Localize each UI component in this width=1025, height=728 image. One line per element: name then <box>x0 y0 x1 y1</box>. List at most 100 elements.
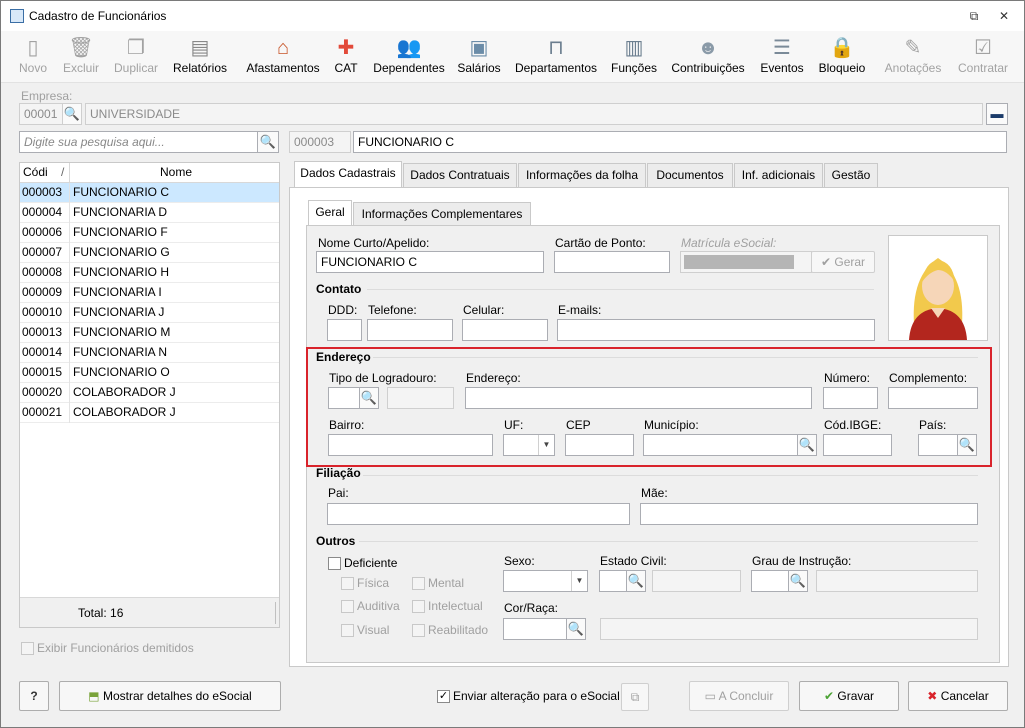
sexo-chevron-down-icon[interactable]: ▼ <box>571 571 587 591</box>
dependents-button[interactable]: 👥 Dependentes <box>371 33 447 81</box>
tab-dados-cadastrais[interactable]: Dados Cadastrais <box>294 161 402 188</box>
pais-input[interactable] <box>918 434 958 456</box>
company-card-icon[interactable]: ▬ <box>986 103 1008 125</box>
auditiva-checkbox[interactable] <box>341 600 354 613</box>
esocial-send-icon[interactable]: ⧉ <box>621 683 649 711</box>
table-row[interactable]: 000003 FUNCIONARIO C <box>20 183 279 203</box>
employee-name-cell: FUNCIONARIO F <box>69 223 278 243</box>
emails-input[interactable] <box>557 319 875 341</box>
table-row[interactable]: 000015 FUNCIONARIO O <box>20 363 279 383</box>
concluir-button[interactable]: ▭ A Concluir <box>689 681 789 711</box>
cor-raca-label: Cor/Raça: <box>504 601 559 615</box>
municipio-search-icon[interactable]: 🔍 <box>797 434 817 456</box>
cartao-ponto-input[interactable] <box>554 251 670 273</box>
mental-checkbox[interactable] <box>412 577 425 590</box>
help-button[interactable]: ? <box>19 681 49 711</box>
subtab-informacoes-complementares[interactable]: Informações Complementares <box>353 202 531 227</box>
table-row[interactable]: 000004 FUNCIONARIA D <box>20 203 279 223</box>
table-row[interactable]: 000013 FUNCIONARIO M <box>20 323 279 343</box>
tab-informacoes-folha[interactable]: Informações da folha <box>518 163 646 188</box>
delete-button[interactable]: 🗑 Excluir <box>61 33 101 81</box>
grau-instrucao-search-icon[interactable]: 🔍 <box>788 570 808 592</box>
cor-raca-search-icon[interactable]: 🔍 <box>566 618 586 640</box>
tab-documentos[interactable]: Documentos <box>647 163 733 188</box>
tipo-logradouro-search-icon[interactable]: 🔍 <box>359 387 379 409</box>
grau-instrucao-code-input[interactable] <box>751 570 789 592</box>
ddd-input[interactable] <box>327 319 362 341</box>
hire-button[interactable]: ☑ Contratar <box>955 33 1011 81</box>
numero-input[interactable] <box>823 387 878 409</box>
tab-panel: Geral Informações Complementares Nome Cu… <box>289 187 1009 667</box>
column-header-code[interactable]: Códi / <box>20 163 69 183</box>
contributions-button[interactable]: ☻ Contribuições <box>669 33 747 81</box>
functions-button[interactable]: ▥ Funções <box>609 33 659 81</box>
table-row[interactable]: 000008 FUNCIONARIO H <box>20 263 279 283</box>
duplicate-button[interactable]: ❐ Duplicar <box>111 33 161 81</box>
intelectual-checkbox[interactable] <box>412 600 425 613</box>
tipo-logradouro-description <box>387 387 454 409</box>
tab-inf-adicionais[interactable]: Inf. adicionais <box>734 163 823 188</box>
show-dismissed-checkbox[interactable] <box>21 642 34 655</box>
table-row[interactable]: 000010 FUNCIONARIA J <box>20 303 279 323</box>
search-icon[interactable]: 🔍 <box>257 131 279 153</box>
complemento-label: Complemento: <box>889 371 968 385</box>
column-header-name[interactable]: Nome <box>69 163 279 183</box>
municipio-input[interactable] <box>643 434 798 456</box>
salaries-button[interactable]: ▣ Salários <box>456 33 502 81</box>
cat-button[interactable]: ✚ CAT <box>331 33 361 81</box>
cancelar-button[interactable]: ✖ Cancelar <box>908 681 1008 711</box>
table-row[interactable]: 000020 COLABORADOR J <box>20 383 279 403</box>
block-button[interactable]: 🔒 Bloqueio <box>816 33 868 81</box>
new-icon: ▯ <box>27 37 39 59</box>
estado-civil-search-icon[interactable]: 🔍 <box>626 570 646 592</box>
table-row[interactable]: 000009 FUNCIONARIA I <box>20 283 279 303</box>
list-icon: ☰ <box>773 37 791 59</box>
emails-label: E-mails: <box>558 303 602 317</box>
table-row[interactable]: 000007 FUNCIONARIO G <box>20 243 279 263</box>
mae-input[interactable] <box>640 503 978 525</box>
subtab-geral[interactable]: Geral <box>308 200 352 227</box>
estado-civil-code-input[interactable] <box>599 570 627 592</box>
reports-button[interactable]: ▤ Relatórios <box>171 33 229 81</box>
gravar-button[interactable]: ✔ Gravar <box>799 681 899 711</box>
printer-icon: ▭ <box>704 689 716 703</box>
nome-curto-input[interactable]: FUNCIONARIO C <box>316 251 544 273</box>
celular-input[interactable] <box>462 319 548 341</box>
show-dismissed-label: Exibir Funcionários demitidos <box>37 641 194 655</box>
tipo-logradouro-code-input[interactable] <box>328 387 360 409</box>
current-employee-name[interactable]: FUNCIONARIO C <box>353 131 1007 153</box>
complemento-input[interactable] <box>888 387 978 409</box>
reabilitado-label: Reabilitado <box>428 623 489 637</box>
gerar-button[interactable]: ✔ Gerar <box>811 251 875 273</box>
money-icon: ▣ <box>469 37 489 59</box>
visual-checkbox[interactable] <box>341 624 354 637</box>
telefone-input[interactable] <box>367 319 453 341</box>
tab-gestao[interactable]: Gestão <box>824 163 878 188</box>
table-row[interactable]: 000021 COLABORADOR J <box>20 403 279 423</box>
enviar-esocial-checkbox[interactable]: ✓ <box>437 690 450 703</box>
absences-button[interactable]: ⌂ Afastamentos <box>245 33 321 81</box>
table-row[interactable]: 000014 FUNCIONARIA N <box>20 343 279 363</box>
cod-ibge-input[interactable] <box>823 434 892 456</box>
deficiente-checkbox[interactable] <box>328 557 341 570</box>
notes-button[interactable]: ✎ Anotações <box>881 33 945 81</box>
departments-button[interactable]: ⊓ Departamentos <box>513 33 599 81</box>
esocial-details-button[interactable]: ⬒ Mostrar detalhes do eSocial <box>59 681 281 711</box>
pais-search-icon[interactable]: 🔍 <box>957 434 977 456</box>
bairro-input[interactable] <box>328 434 493 456</box>
endereco-input[interactable] <box>465 387 812 409</box>
employee-search-input[interactable]: Digite sua pesquisa aqui... <box>19 131 258 153</box>
events-button[interactable]: ☰ Eventos <box>759 33 805 81</box>
new-button[interactable]: ▯ Novo <box>15 33 51 81</box>
restore-icon[interactable]: ⧉ <box>965 7 983 25</box>
table-row[interactable]: 000006 FUNCIONARIO F <box>20 223 279 243</box>
tab-dados-contratuais[interactable]: Dados Contratuais <box>403 163 517 188</box>
close-icon[interactable]: ✕ <box>995 7 1013 25</box>
filiacao-group-title: Filiação <box>316 466 361 480</box>
reabilitado-checkbox[interactable] <box>412 624 425 637</box>
cep-input[interactable] <box>565 434 634 456</box>
pai-input[interactable] <box>327 503 630 525</box>
cor-raca-code-input[interactable] <box>503 618 567 640</box>
fisica-checkbox[interactable] <box>341 577 354 590</box>
chevron-down-icon[interactable]: ▼ <box>538 435 554 455</box>
